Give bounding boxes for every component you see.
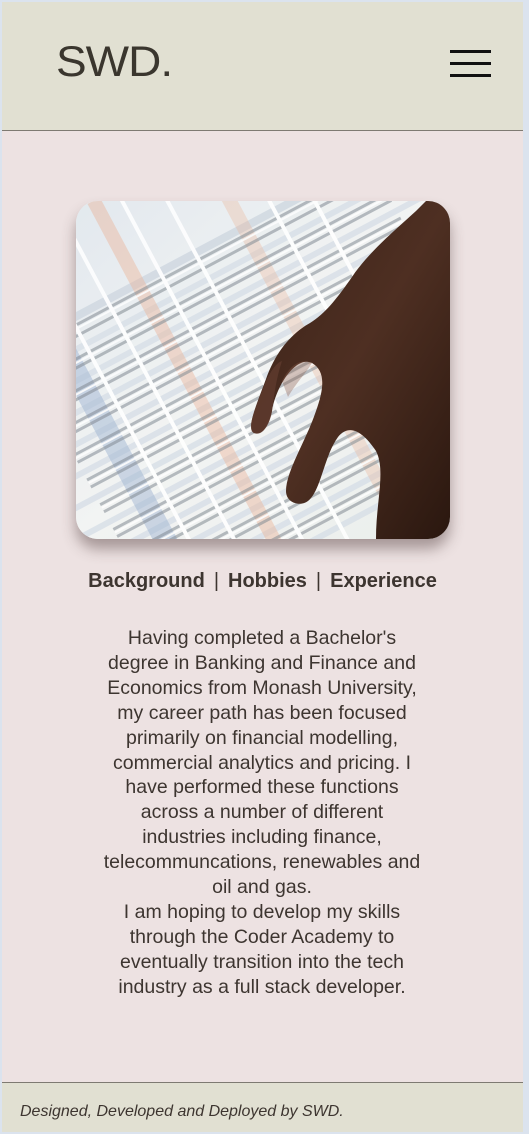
page: SWD. Background | Hobbies | Experience H… [2, 2, 523, 1132]
hamburger-menu-icon[interactable] [450, 50, 491, 78]
menu-bar [450, 50, 491, 53]
hero-image [76, 201, 450, 539]
site-logo[interactable]: SWD. [56, 40, 173, 82]
tab-hobbies[interactable]: Hobbies [228, 570, 307, 592]
tab-separator: | [213, 570, 220, 592]
bio-paragraph: I am hoping to develop my skills through… [118, 900, 406, 998]
site-footer: Designed, Developed and Deployed by SWD. [2, 1082, 523, 1132]
tab-background[interactable]: Background [88, 570, 205, 592]
tab-separator: | [315, 570, 322, 592]
bio-paragraph: Having completed a Bachelor's degree in … [103, 627, 421, 899]
section-tabs: Background | Hobbies | Experience [2, 570, 523, 593]
bio-text: Having completed a Bachelor's degree in … [102, 626, 422, 1000]
menu-bar [450, 74, 491, 77]
tab-experience[interactable]: Experience [330, 570, 437, 592]
site-header: SWD. [2, 2, 523, 131]
menu-bar [450, 62, 491, 65]
footer-credit: Designed, Developed and Deployed by SWD. [20, 1103, 344, 1120]
